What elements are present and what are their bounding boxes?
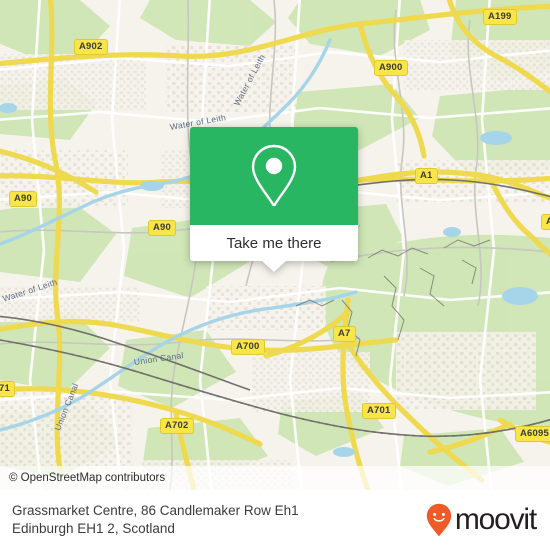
address-line-2: Edinburgh EH1 2, Scotland: [12, 521, 175, 536]
moovit-pin-icon: [426, 503, 452, 537]
callout-tail-pointer: [262, 261, 286, 272]
callout-footer[interactable]: Take me there: [190, 225, 358, 272]
road-shield: A701: [362, 403, 396, 419]
road-shield: A702: [160, 418, 194, 434]
road-shield: A1: [415, 168, 438, 184]
take-me-there-label: Take me there: [226, 234, 322, 252]
moovit-logo[interactable]: moovit: [426, 503, 537, 537]
road-shield: 71: [0, 381, 15, 397]
road-shield: A900: [374, 60, 408, 76]
attribution-text: © OpenStreetMap contributors: [9, 472, 166, 484]
footer-bar: Grassmarket Centre, 86 Candlemaker Row E…: [0, 490, 550, 550]
map-screenshot-root: A902 A199 A900 A90 A90 A1 A A700 A7 71 A702 A701 A60…: [0, 0, 550, 550]
map-attribution-bar: © OpenStreetMap contributors: [0, 466, 550, 490]
road-shield: A: [541, 214, 550, 230]
road-shield: A90: [9, 191, 38, 207]
road-shield: A700: [231, 339, 265, 355]
address-text: Grassmarket Centre, 86 Candlemaker Row E…: [12, 502, 299, 538]
location-callout-card[interactable]: Take me there: [190, 127, 358, 272]
road-shield: A199: [483, 9, 517, 25]
road-shield: A902: [74, 39, 108, 55]
address-line-1: Grassmarket Centre, 86 Candlemaker Row E…: [12, 503, 299, 518]
moovit-wordmark: moovit: [454, 503, 537, 536]
callout-header: [190, 127, 358, 225]
map-pin-icon: [251, 144, 297, 207]
road-shield: A7: [333, 326, 356, 342]
map-viewport[interactable]: A902 A199 A900 A90 A90 A1 A A700 A7 71 A702 A701 A60…: [0, 0, 550, 490]
road-shield: A90: [148, 220, 177, 236]
road-shield: A6095: [515, 426, 550, 442]
